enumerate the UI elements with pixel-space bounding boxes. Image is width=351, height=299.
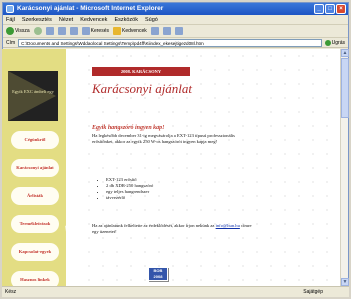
home-button[interactable]	[69, 27, 78, 35]
mail-icon	[162, 27, 171, 35]
vertical-scrollbar[interactable]: ▲ ▼	[340, 49, 349, 286]
list-item: távvezérlő	[106, 195, 153, 201]
contact-paragraph: Ha az ajánlatunk felkeltette az érdeklőd…	[92, 223, 252, 234]
nav-prices[interactable]: Árlisták	[11, 187, 59, 205]
page-title: Karácsonyi ajánlat	[92, 81, 193, 96]
scroll-up-icon[interactable]: ▲	[341, 49, 349, 57]
refresh-icon	[57, 27, 66, 35]
search-icon	[81, 27, 90, 35]
stop-button[interactable]	[45, 27, 54, 35]
logo-text: Egyik EXC ámbeli egy	[12, 89, 54, 94]
address-label: Cím	[6, 39, 16, 46]
menu-bar: Fájl Szerkesztés Nézet Kedvencek Eszközö…	[3, 15, 348, 25]
page-viewport: Egyik EXC ámbeli egy Cégünkről Karácsony…	[2, 49, 340, 286]
nav-christmas-offer[interactable]: Karácsonyi ajánlat	[11, 159, 59, 177]
window-title: Karácsonyi ajánlat - Microsoft Internet …	[17, 5, 164, 12]
logo: Egyik EXC ámbeli egy	[8, 71, 58, 121]
go-button[interactable]: Ugrás	[324, 39, 345, 46]
menu-help[interactable]: Súgó	[145, 15, 158, 24]
scroll-thumb[interactable]	[341, 58, 349, 118]
status-bar: Kész Sajátgép	[2, 286, 349, 297]
print-icon	[174, 27, 183, 35]
toolbar: Vissza Keresés Kedvencek	[3, 25, 348, 38]
back-arrow-icon	[6, 27, 14, 35]
menu-favorites[interactable]: Kedvencek	[80, 15, 107, 24]
scroll-down-icon[interactable]: ▼	[341, 278, 349, 286]
nav-about[interactable]: Cégünkről	[11, 131, 59, 149]
logo-triangle-icon	[8, 71, 56, 121]
security-zone: Sajátgép	[303, 289, 323, 295]
menu-file[interactable]: Fájl	[6, 15, 15, 24]
offer-subheading: Egyik hangszóró ingyen kap!	[92, 125, 165, 131]
history-button[interactable]	[150, 27, 159, 35]
forward-arrow-icon	[33, 27, 42, 35]
maximize-button[interactable]: □	[325, 4, 335, 14]
date-banner: 2008. KARÁCSONY	[92, 67, 190, 76]
minimize-button[interactable]: _	[314, 4, 324, 14]
forward-button[interactable]	[33, 27, 42, 35]
nav-contact[interactable]: Kapcsolat-egyek	[11, 243, 59, 261]
stop-icon	[45, 27, 54, 35]
mail-button[interactable]	[162, 27, 171, 35]
nav-products[interactable]: Termékleírások	[11, 215, 59, 233]
main-content: 2008. KARÁCSONY Karácsonyi ajánlat Egyik…	[82, 49, 338, 286]
menu-tools[interactable]: Eszközök	[114, 15, 138, 24]
offer-list: EXT-123 erősítő 2 db XDR-250 hangszóró e…	[100, 177, 153, 201]
nav-links[interactable]: Hasznos linkek	[11, 271, 59, 286]
history-icon	[150, 27, 159, 35]
home-icon	[69, 27, 78, 35]
refresh-button[interactable]	[57, 27, 66, 35]
badge-logo: BOB 2008	[148, 267, 168, 281]
sidebar: Egyik EXC ámbeli egy Cégünkről Karácsony…	[2, 49, 66, 286]
menu-edit[interactable]: Szerkesztés	[22, 15, 52, 24]
favorites-button[interactable]: Kedvencek	[112, 27, 147, 35]
address-input[interactable]: C:\Documents and Settings\Wddaolocal Set…	[18, 38, 322, 47]
star-icon	[112, 27, 121, 35]
title-bar: Karácsonyi ajánlat - Microsoft Internet …	[3, 3, 348, 15]
print-button[interactable]	[174, 27, 183, 35]
close-button[interactable]: ×	[336, 4, 346, 14]
address-bar: Cím C:\Documents and Settings\Wddaolocal…	[3, 38, 348, 48]
offer-paragraph: Ha legkésőbb december 31-ig megvásárolja…	[92, 133, 235, 144]
back-button[interactable]: Vissza	[6, 27, 30, 35]
go-arrow-icon	[324, 39, 331, 46]
search-button[interactable]: Keresés	[81, 27, 109, 35]
menu-view[interactable]: Nézet	[59, 15, 73, 24]
email-link[interactable]: info@hun.hu	[216, 223, 240, 228]
ie-icon	[6, 5, 14, 13]
status-text: Kész	[5, 289, 17, 295]
